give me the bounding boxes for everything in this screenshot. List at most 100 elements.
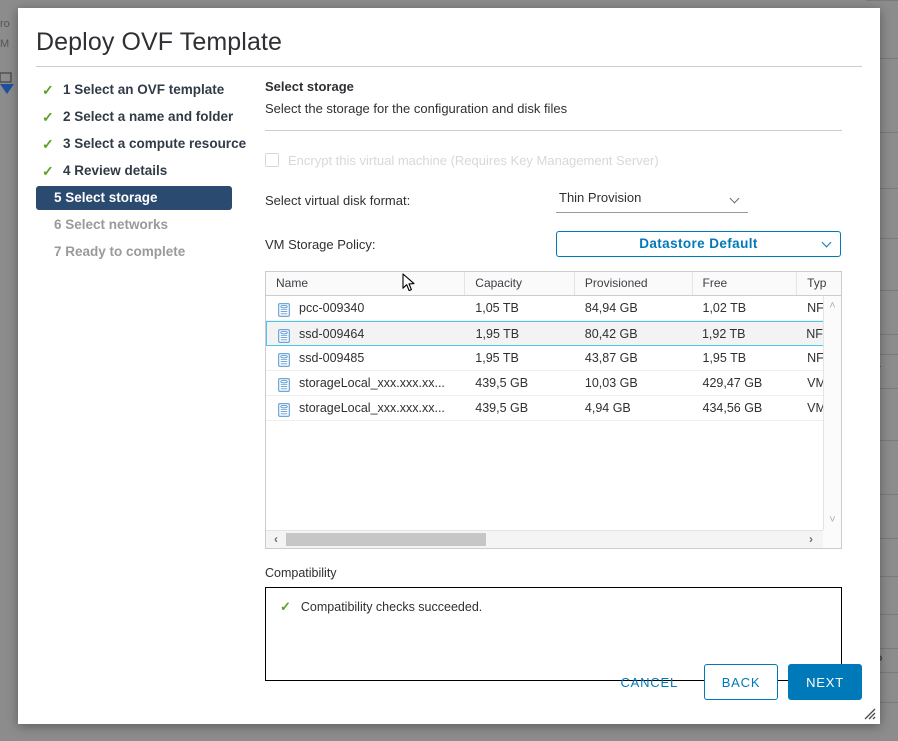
check-icon: ✓ xyxy=(42,159,56,183)
datastore-icon xyxy=(278,351,290,365)
encrypt-vm-row[interactable]: Encrypt this virtual machine (Requires K… xyxy=(265,151,845,169)
storage-policy-row: VM Storage Policy: Datastore Default xyxy=(265,231,845,257)
compatibility-message-row: ✓ Compatibility checks succeeded. xyxy=(280,599,482,615)
datastore-name: ssd-009485 xyxy=(299,346,364,370)
cell-name: pcc-009340 xyxy=(266,296,465,320)
datastore-table: Name Capacity Provisioned Free Typ xyxy=(265,271,842,549)
cell-free: 429,47 GB xyxy=(693,371,798,395)
column-header-capacity[interactable]: Capacity xyxy=(465,272,575,295)
sidebar-item-step-7[interactable]: 7 Ready to complete xyxy=(36,240,258,264)
cell-capacity: 439,5 GB xyxy=(465,371,575,395)
page-title: Select storage xyxy=(265,78,845,96)
scrollbar-corner xyxy=(823,530,841,548)
cell-provisioned: 80,42 GB xyxy=(575,322,692,345)
encrypt-vm-label: Encrypt this virtual machine (Requires K… xyxy=(288,153,659,168)
sidebar-item-step-6[interactable]: 6 Select networks xyxy=(36,213,258,237)
disk-format-row: Select virtual disk format: Thin Provisi… xyxy=(265,187,845,213)
sidebar-item-step-2[interactable]: ✓ 2 Select a name and folder xyxy=(36,105,258,129)
compatibility-label: Compatibility xyxy=(265,566,845,580)
cell-free: 434,56 GB xyxy=(693,396,798,420)
sidebar-item-label: 7 Ready to complete xyxy=(54,244,185,259)
sidebar-item-label: 5 Select storage xyxy=(54,190,158,205)
cell-capacity: 439,5 GB xyxy=(465,396,575,420)
sidebar-item-label: 3 Select a compute resource xyxy=(63,136,246,151)
scroll-right-icon[interactable]: › xyxy=(803,531,819,548)
datastore-name: pcc-009340 xyxy=(299,296,364,320)
sidebar-item-step-1[interactable]: ✓ 1 Select an OVF template xyxy=(36,78,258,102)
datastore-name: storageLocal_xxx.xxx.xx... xyxy=(299,371,445,395)
storage-policy-select[interactable]: Datastore Default xyxy=(556,231,841,257)
cell-name: storageLocal_xxx.xxx.xx... xyxy=(266,396,465,420)
cell-name: storageLocal_xxx.xxx.xx... xyxy=(266,371,465,395)
cell-capacity: 1,05 TB xyxy=(465,296,575,320)
sidebar-item-label: 1 Select an OVF template xyxy=(63,82,224,97)
datastore-name: storageLocal_xxx.xxx.xx... xyxy=(299,396,445,420)
disk-format-label: Select virtual disk format: xyxy=(265,193,556,208)
datastore-icon xyxy=(278,401,290,415)
chevron-down-icon xyxy=(731,195,740,204)
cell-capacity: 1,95 TB xyxy=(465,346,575,370)
encrypt-vm-checkbox[interactable] xyxy=(265,153,279,167)
cell-capacity: 1,95 TB xyxy=(466,322,575,345)
background-logo-icon xyxy=(0,72,20,94)
column-header-free[interactable]: Free xyxy=(693,272,798,295)
next-button[interactable]: NEXT xyxy=(788,664,862,700)
disk-format-value: Thin Provision xyxy=(559,190,641,205)
cell-provisioned: 10,03 GB xyxy=(575,371,693,395)
datastore-name: ssd-009464 xyxy=(299,322,364,345)
table-body: pcc-009340 1,05 TB 84,94 GB 1,02 TB NF xyxy=(266,296,841,421)
table-header-row: Name Capacity Provisioned Free Typ xyxy=(266,272,841,296)
disk-format-select[interactable]: Thin Provision xyxy=(556,188,748,213)
column-header-provisioned[interactable]: Provisioned xyxy=(575,272,693,295)
table-row[interactable]: pcc-009340 1,05 TB 84,94 GB 1,02 TB NF xyxy=(266,296,841,321)
cell-provisioned: 84,94 GB xyxy=(575,296,693,320)
cell-free: 1,95 TB xyxy=(693,346,798,370)
table-horizontal-scrollbar[interactable]: ‹ › xyxy=(266,530,841,548)
column-header-type[interactable]: Typ xyxy=(797,272,841,295)
cell-provisioned: 43,87 GB xyxy=(575,346,693,370)
cell-provisioned: 4,94 GB xyxy=(575,396,693,420)
datastore-icon xyxy=(278,327,290,341)
dialog-footer: CANCEL BACK NEXT xyxy=(604,664,862,700)
check-icon: ✓ xyxy=(42,132,56,156)
cell-name: ssd-009464 xyxy=(267,322,466,345)
check-icon: ✓ xyxy=(42,105,56,129)
title-divider xyxy=(36,66,862,67)
column-header-name[interactable]: Name xyxy=(266,272,465,295)
table-row[interactable]: storageLocal_xxx.xxx.xx... 439,5 GB 10,0… xyxy=(266,371,841,396)
cancel-button[interactable]: CANCEL xyxy=(604,665,694,699)
page-subtitle: Select the storage for the configuration… xyxy=(265,99,845,119)
wizard-steps: ✓ 1 Select an OVF template ✓ 2 Select a … xyxy=(36,78,258,264)
screen-root: ro M Va Co xyxy=(0,0,898,741)
resize-grip-icon[interactable] xyxy=(863,707,876,720)
sidebar-item-step-3[interactable]: ✓ 3 Select a compute resource xyxy=(36,132,258,156)
table-row-selected[interactable]: ssd-009464 1,95 TB 80,42 GB 1,92 TB NF xyxy=(266,321,841,346)
storage-policy-label: VM Storage Policy: xyxy=(265,237,556,252)
datastore-icon xyxy=(278,376,290,390)
check-icon: ✓ xyxy=(42,78,56,102)
cell-name: ssd-009485 xyxy=(266,346,465,370)
back-button[interactable]: BACK xyxy=(704,664,778,700)
chevron-down-icon xyxy=(823,239,832,248)
scroll-up-icon[interactable]: ˄ xyxy=(824,298,841,314)
storage-policy-value: Datastore Default xyxy=(557,236,840,251)
dialog-title: Deploy OVF Template xyxy=(36,28,282,57)
pane-divider xyxy=(265,130,842,131)
check-icon: ✓ xyxy=(280,599,291,615)
table-row[interactable]: storageLocal_xxx.xxx.xx... 439,5 GB 4,94… xyxy=(266,396,841,421)
deploy-ovf-template-dialog: Deploy OVF Template ✓ 1 Select an OVF te… xyxy=(18,8,880,724)
horizontal-scroll-thumb[interactable] xyxy=(286,533,486,546)
cell-free: 1,92 TB xyxy=(692,322,796,345)
scroll-down-icon[interactable]: ˅ xyxy=(824,512,841,528)
sidebar-item-label: 6 Select networks xyxy=(54,217,168,232)
sidebar-item-step-5[interactable]: 5 Select storage xyxy=(36,186,232,210)
sidebar-item-step-4[interactable]: ✓ 4 Review details xyxy=(36,159,258,183)
cell-free: 1,02 TB xyxy=(693,296,798,320)
table-vertical-scrollbar[interactable]: ˄ ˅ xyxy=(823,296,841,530)
sidebar-item-label: 2 Select a name and folder xyxy=(63,109,233,124)
compatibility-message: Compatibility checks succeeded. xyxy=(301,600,482,614)
table-row[interactable]: ssd-009485 1,95 TB 43,87 GB 1,95 TB NF xyxy=(266,346,841,371)
scroll-left-icon[interactable]: ‹ xyxy=(268,531,284,548)
select-storage-pane: Select storage Select the storage for th… xyxy=(265,78,845,681)
sidebar-item-label: 4 Review details xyxy=(63,163,167,178)
